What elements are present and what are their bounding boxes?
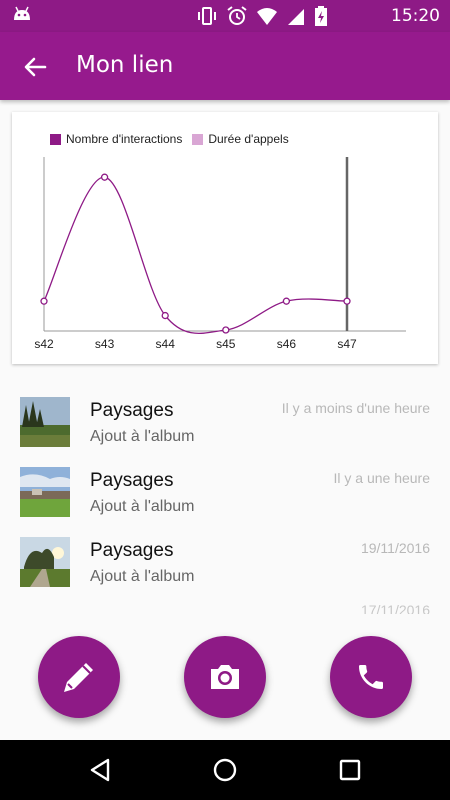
- item-subtitle: Ajout à l'album: [90, 568, 195, 585]
- wifi-icon: [257, 8, 277, 25]
- alarm-icon: [227, 6, 247, 25]
- phone-icon: [359, 665, 383, 689]
- series-line-interactions: [43, 176, 348, 335]
- arrow-back-icon[interactable]: [20, 52, 50, 82]
- vibrate-icon: [198, 7, 216, 25]
- x-tick-label-s42: s42: [34, 337, 54, 351]
- village-photo: [20, 467, 70, 517]
- chart-card: Nombre d'interactions Durée d'appels s42…: [12, 112, 438, 364]
- data-point-s47: [343, 297, 351, 305]
- back-triangle-icon[interactable]: [86, 756, 114, 784]
- navigation-bar: [0, 740, 450, 800]
- x-tick-label-s46: s46: [277, 337, 297, 351]
- app-bar: Mon lien: [0, 32, 450, 100]
- x-tick-label-s43: s43: [95, 337, 115, 351]
- data-point-s45: [222, 326, 230, 334]
- data-point-s42: [40, 297, 48, 305]
- activity-list: Paysages Ajout à l'album Il y a moins d'…: [0, 382, 450, 614]
- item-title: Paysages: [90, 540, 174, 561]
- battery-charging-icon: [315, 6, 327, 26]
- data-point-s43: [100, 173, 109, 181]
- item-subtitle: Ajout à l'album: [90, 498, 195, 515]
- pencil-icon: [64, 663, 93, 692]
- x-tick-label-s47: s47: [337, 337, 357, 351]
- x-tick-label-s44: s44: [156, 337, 176, 351]
- item-title: Paysages: [90, 400, 174, 421]
- path-photo: [20, 537, 70, 587]
- camera-icon: [211, 665, 239, 689]
- camera-button[interactable]: [184, 636, 266, 718]
- status-bar: 15:20: [0, 0, 450, 32]
- home-circle-icon[interactable]: [211, 756, 239, 784]
- list-item[interactable]: Paysages Ajout à l'album Il y a une heur…: [0, 452, 450, 522]
- item-title: Paysages: [90, 470, 174, 491]
- page-title: Mon lien: [76, 52, 174, 78]
- list-item[interactable]: Paysages Ajout à l'album 19/11/2016: [0, 522, 450, 592]
- status-time: 15:20: [391, 6, 440, 26]
- item-subtitle: Ajout à l'album: [90, 428, 195, 445]
- item-time: Il y a moins d'une heure: [281, 400, 430, 416]
- item-time: 19/11/2016: [360, 540, 430, 556]
- item-time: Il y a une heure: [333, 470, 430, 486]
- edit-button[interactable]: [38, 636, 120, 718]
- list-item[interactable]: 17/11/2016: [0, 592, 450, 614]
- recents-square-icon[interactable]: [336, 756, 364, 784]
- item-time: 17/11/2016: [360, 602, 430, 614]
- android-icon: [14, 6, 30, 20]
- data-point-s44: [161, 311, 169, 320]
- data-point-s46: [282, 297, 291, 305]
- list-item[interactable]: Paysages Ajout à l'album Il y a moins d'…: [0, 382, 450, 452]
- interactions-line-chart: s42 s43 s44 s45 s46 s47: [34, 157, 406, 351]
- x-tick-label-s45: s45: [216, 337, 236, 351]
- signal-icon: [288, 9, 304, 25]
- call-button[interactable]: [330, 636, 412, 718]
- forest-photo: [20, 397, 70, 447]
